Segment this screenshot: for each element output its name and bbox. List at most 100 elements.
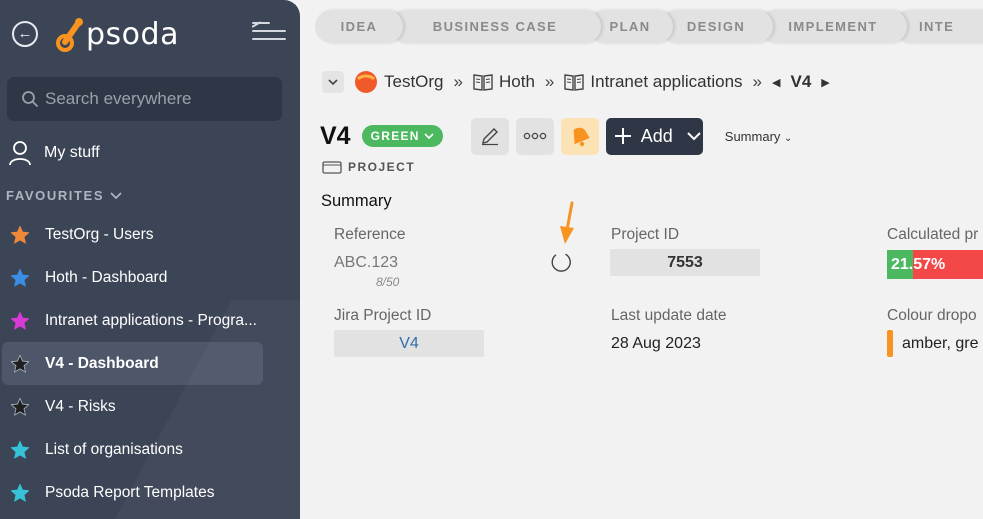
back-icon[interactable]: ←: [12, 21, 38, 47]
star-icon: [10, 268, 30, 287]
pencil-icon: [481, 128, 498, 146]
more-options-button[interactable]: [515, 117, 554, 155]
breadcrumb: TestOrg » Hoth » Intranet applications »…: [322, 68, 830, 96]
main-content: IDEA BUSINESS CASE PLAN DESIGN IMPLEMENT INTE…: [300, 0, 983, 519]
psoda-logo-icon: [56, 18, 83, 52]
chevron-down-icon: ⌄: [784, 132, 793, 144]
calculated-progress-bar: 21.57%: [887, 250, 983, 279]
breadcrumb-org-label: TestOrg: [384, 72, 444, 91]
book-icon: [473, 74, 493, 91]
next-arrow-icon[interactable]: ▶: [821, 76, 829, 89]
stage-implement[interactable]: IMPLEMENT: [759, 10, 907, 43]
item-type-text: PROJECT: [348, 160, 416, 174]
page-title: V4: [320, 121, 351, 150]
colour-dropdown-value[interactable]: amber, gre: [902, 335, 978, 353]
add-label: Add: [640, 125, 673, 146]
favourite-item[interactable]: V4 - Risks: [0, 385, 300, 428]
favourite-label: Intranet applications - Progra...: [45, 311, 257, 329]
reference-value[interactable]: ABC.123: [334, 254, 398, 272]
favourite-item[interactable]: Psoda Report Templates: [0, 471, 300, 514]
star-icon: [10, 354, 30, 373]
chevron-down-icon: [424, 132, 434, 139]
breadcrumb-current: V4: [790, 72, 812, 91]
favourites-list: TestOrg - Users Hoth - Dashboard Intranet …: [0, 213, 300, 514]
bell-icon: [573, 127, 590, 147]
favourite-label: List of organisations: [45, 440, 183, 458]
add-button[interactable]: Add: [605, 117, 703, 155]
notifications-button[interactable]: [560, 117, 599, 155]
favourite-item[interactable]: TestOrg - Users: [0, 213, 300, 256]
star-icon: [10, 440, 30, 459]
last-update-value: 28 Aug 2023: [611, 335, 701, 352]
favourites-heading[interactable]: FAVOURITES: [6, 188, 122, 203]
favourite-item[interactable]: Hoth - Dashboard: [0, 256, 300, 299]
stage-design[interactable]: DESIGN: [659, 10, 773, 43]
star-icon: [10, 397, 30, 416]
project-icon: [322, 160, 342, 174]
plus-icon: [614, 128, 631, 144]
colour-swatch: [887, 330, 893, 357]
breadcrumb-separator: »: [752, 72, 763, 91]
star-icon: [10, 311, 30, 330]
psoda-logo[interactable]: psoda: [56, 12, 179, 56]
favourites-heading-label: FAVOURITES: [6, 188, 105, 203]
colour-dropdown-label: Colour dropo: [887, 307, 977, 324]
progress-text: 21.57%: [891, 256, 946, 273]
favourite-label: Hoth - Dashboard: [45, 268, 168, 286]
edit-button[interactable]: [470, 117, 509, 155]
project-id-value: 7553: [610, 249, 760, 276]
sidebar: ← psoda My stuff FAVOURITES T: [0, 0, 300, 519]
jira-project-id-label: Jira Project ID: [334, 307, 432, 324]
my-stuff-label: My stuff: [44, 144, 100, 161]
loading-spinner-icon: [551, 253, 571, 272]
reference-char-count: 8/50: [376, 275, 400, 289]
breadcrumb-hoth-label: Hoth: [499, 72, 535, 91]
title-row: V4 GREEN Add Summary ⌄: [320, 116, 792, 156]
favourite-label: V4 - Risks: [45, 397, 116, 415]
stage-idea[interactable]: IDEA: [315, 10, 403, 43]
stage-business-case[interactable]: BUSINESS CASE: [389, 10, 601, 43]
stage-bar: IDEA BUSINESS CASE PLAN DESIGN IMPLEMENT INTE: [315, 10, 983, 43]
breadcrumb-hoth[interactable]: Hoth: [473, 72, 535, 92]
view-dropdown[interactable]: Summary ⌄: [725, 129, 793, 144]
last-update-label: Last update date: [611, 307, 727, 324]
favourite-label: Psoda Report Templates: [45, 483, 215, 501]
jira-project-id-value[interactable]: V4: [334, 330, 484, 357]
chevron-down-icon: [110, 191, 122, 199]
calculated-progress-label: Calculated pr: [887, 226, 979, 243]
summary-section-title: Summary: [321, 192, 392, 210]
previous-arrow-icon[interactable]: ◀: [772, 76, 780, 89]
favourite-item[interactable]: Intranet applications - Progra...: [0, 299, 300, 342]
breadcrumb-intranet[interactable]: Intranet applications: [564, 72, 743, 92]
view-dropdown-label: Summary: [724, 128, 781, 144]
favourite-item[interactable]: V4 - Dashboard: [2, 342, 263, 385]
my-stuff-link[interactable]: My stuff: [8, 138, 100, 168]
collapse-menu-icon[interactable]: [251, 21, 286, 46]
reference-label: Reference: [334, 226, 406, 243]
arrow-annotation-icon: [560, 201, 574, 244]
book-icon: [564, 74, 585, 91]
logo-text: psoda: [86, 16, 179, 52]
breadcrumb-intranet-label: Intranet applications: [590, 72, 743, 91]
chevron-down-icon: [687, 131, 701, 140]
star-icon: [10, 483, 30, 502]
person-icon: [9, 141, 31, 166]
favourite-item[interactable]: List of organisations: [0, 428, 300, 471]
search-icon: [22, 91, 38, 107]
search-input[interactable]: [45, 77, 270, 121]
status-label: GREEN: [370, 129, 420, 143]
breadcrumb-org[interactable]: TestOrg: [354, 70, 444, 94]
item-type-label: PROJECT: [322, 160, 415, 174]
favourite-label: V4 - Dashboard: [45, 354, 159, 372]
breadcrumb-toggle[interactable]: [322, 71, 344, 93]
favourite-label: TestOrg - Users: [45, 225, 154, 243]
chevron-down-icon: [328, 78, 338, 85]
org-logo-icon: [355, 71, 377, 93]
breadcrumb-separator: »: [544, 72, 555, 91]
status-badge[interactable]: GREEN: [361, 125, 443, 147]
search-box[interactable]: [7, 77, 282, 121]
breadcrumb-separator: »: [453, 72, 463, 91]
project-id-label: Project ID: [611, 226, 680, 243]
ellipsis-icon: [523, 132, 547, 140]
star-icon: [10, 225, 30, 244]
